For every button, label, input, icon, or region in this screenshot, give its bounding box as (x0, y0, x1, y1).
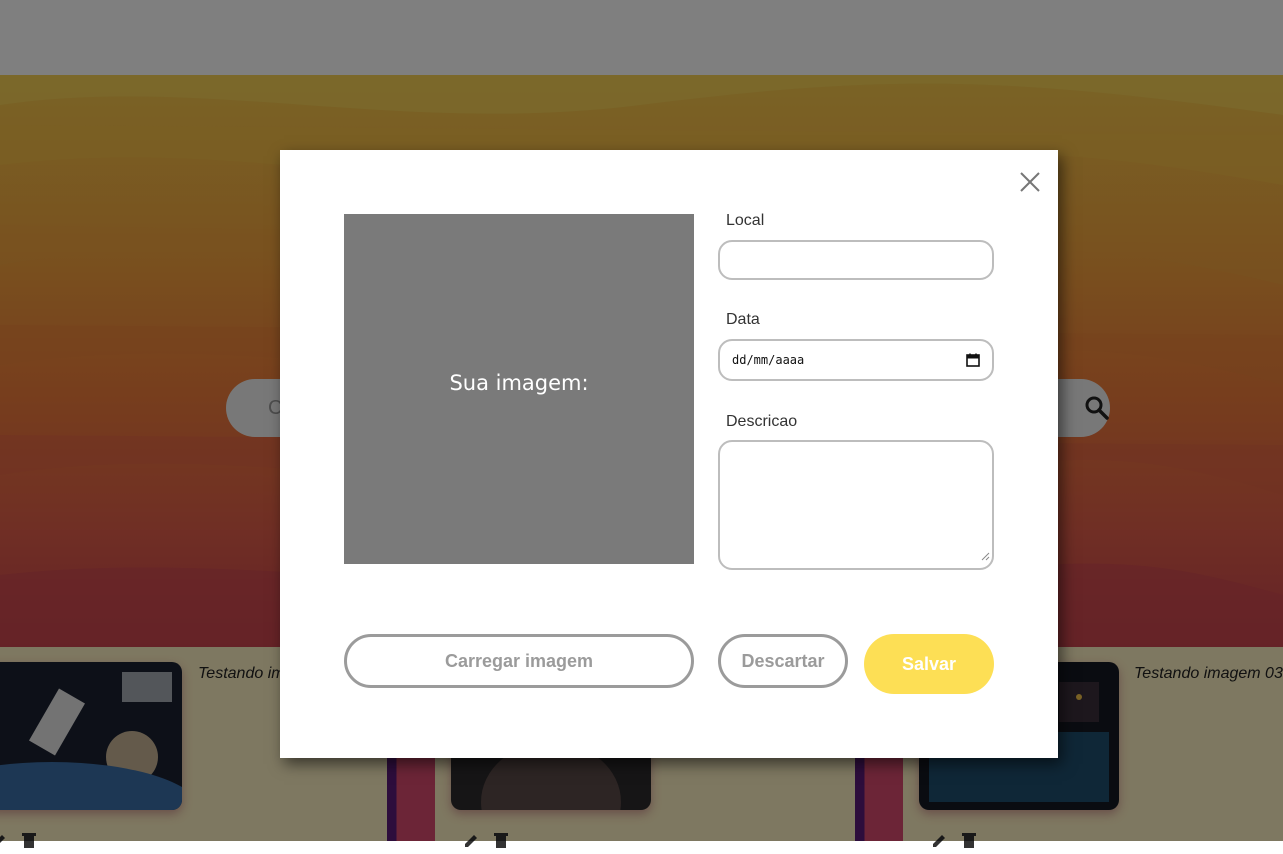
local-label: Local (726, 212, 765, 229)
preview-label: Sua imagem: (449, 371, 589, 395)
calendar-icon[interactable] (966, 353, 980, 372)
close-icon[interactable] (1018, 170, 1042, 194)
date-input[interactable]: dd/mm/aaaa (718, 339, 994, 381)
discard-button[interactable]: Descartar (718, 634, 848, 688)
image-preview: Sua imagem: (344, 214, 694, 564)
description-textarea[interactable] (718, 440, 994, 570)
resize-grip-icon[interactable] (981, 548, 990, 566)
add-image-modal: Sua imagem: Local Data dd/mm/aaaa Descri… (280, 150, 1058, 758)
load-image-button[interactable]: Carregar imagem (344, 634, 694, 688)
date-placeholder: dd/mm/aaaa (732, 353, 805, 367)
description-label: Descricao (726, 413, 798, 430)
save-button[interactable]: Salvar (864, 634, 994, 694)
date-label: Data (726, 311, 760, 328)
local-input[interactable] (718, 240, 994, 280)
